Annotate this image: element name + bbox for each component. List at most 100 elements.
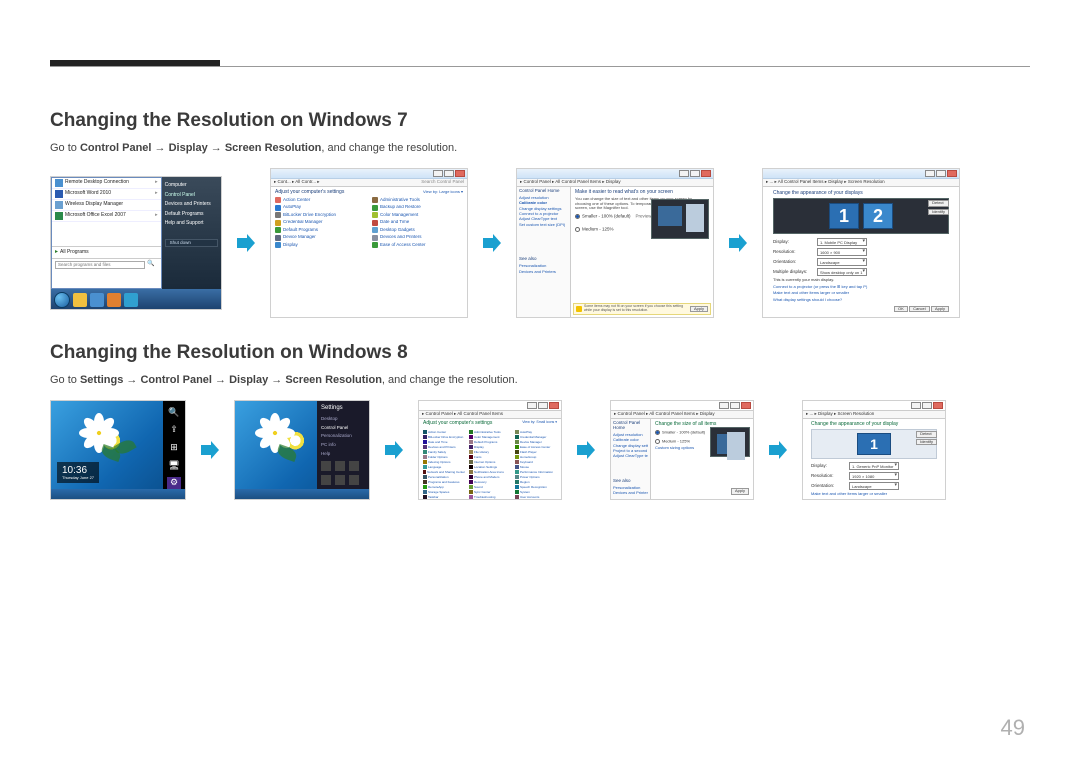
monitor-2-icon: 2 [863,203,893,229]
network-icon [321,461,331,471]
field-label: Multiple displays: [773,270,813,275]
taskbar-icon [107,293,121,307]
display-dropdown: 1. Mobile PC Display [817,238,867,246]
cp-item: HomeGroup [515,455,557,459]
screenshot-control-panel: ▸ Cont... ▸ All Contr... ▸ Search Contro… [270,168,468,318]
breadcrumb: ▸ Cont... ▸ All Contr... ▸ [274,179,320,184]
detect-button: Detect [928,200,949,206]
manual-page: Changing the Resolution on Windows 7 Go … [0,0,1080,763]
cp-item: Administrative Tools [372,197,463,203]
cp-item: Region [515,480,557,484]
shutdown-button: Shut down [165,239,218,248]
link: What display settings should I choose? [811,499,937,500]
cp-item: Taskbar [423,495,465,499]
link: What display settings should I choose? [773,298,949,302]
sidebar-item: Adjust resolution [613,433,648,437]
header-rule [50,66,1030,67]
win7-row: Remote Desktop Connection▸ Microsoft Wor… [50,168,1030,318]
screenshot-screen-resolution: ▸ ... ▸ All Control Panel Items ▸ Displa… [762,168,960,318]
search-icon: 🔍 [167,407,181,419]
multi-dropdown: Show desktop only on 1 [817,268,867,276]
preview-monitor-icon [710,427,750,457]
settings-title: Settings [321,405,365,412]
view-by: View by: Large icons ▾ [423,190,463,198]
cp-item: System [515,490,557,494]
cp-item: Device Manager [275,235,366,241]
instr-suffix: , and change the resolution. [382,374,518,386]
see-also-link: Personalization [519,264,568,268]
cp-item: Credential Manager [275,220,366,226]
apply-button: Apply [931,306,949,312]
apply-button: Apply [731,488,749,494]
cp-item: Sync Center [469,490,511,494]
link: Connect to a projector (or press the ⊞ k… [773,285,949,289]
date: Thursday June 27 [62,476,94,480]
cp-item: Action Center [275,197,366,203]
arrow-icon [234,231,258,255]
settings-item: Help [321,450,365,459]
breadcrumb: ▸ ... ▸ Display ▸ Screen Resolution [803,411,945,419]
cp-item: Personalization [423,475,465,479]
cp-item: BitLocker Drive Encryption [423,435,465,439]
search-input[interactable] [55,261,145,269]
current-display-text: This is currently your main display. [773,278,949,282]
cp-item: Display [275,242,366,248]
cp-item: Language [423,465,465,469]
field-label: Orientation: [773,260,813,265]
sidebar-item: Set custom text size (DPI) [519,223,568,227]
radio-label: Medium - 125% [662,439,690,444]
section-win8: Changing the Resolution on Windows 8 Go … [50,342,1030,500]
cp-item: Recovery [469,480,511,484]
arrow-icon [480,231,504,255]
page-number: 49 [1001,715,1025,741]
cp-item: Action Center [423,430,465,434]
preview-monitor-icon [651,199,709,239]
start-item: Microsoft Office Excel 2007 [65,213,126,219]
settings-item: PC info [321,441,365,450]
link: Make text and other items larger or smal… [811,492,937,496]
devices-icon: 🖥 [167,460,181,472]
breadcrumb: ▸ Control Panel ▸ All Control Panel Item… [611,411,753,419]
cp-item: Phone and Modem [469,475,511,479]
cp-item: Color Management [372,212,463,218]
cancel-button: Cancel [909,306,929,312]
settings-item: Control Panel [321,424,365,433]
see-also: See also [613,479,648,484]
start-orb-icon [54,292,70,308]
cp-item: Default Programs [275,227,366,233]
cp-item: Backup and Restore [372,205,463,211]
section-win7: Changing the Resolution on Windows 7 Go … [50,110,1030,318]
keyboard-icon [349,475,359,485]
cp-item: Device Manager [515,440,557,444]
charms-bar: 🔍 ⇪ ⊞ 🖥 ⚙ [163,401,185,489]
screenshot-display: ▸ Control Panel ▸ All Control Panel Item… [610,400,754,500]
cp-item: Troubleshooting [469,495,511,499]
sidebar-item: Adjust ClearType text [519,217,568,221]
taskbar-icon [73,293,87,307]
orientation-dropdown: Landscape [817,258,867,266]
screenshot-screen-resolution: ▸ ... ▸ Display ▸ Screen Resolution Chan… [802,400,946,500]
share-icon: ⇪ [167,425,181,437]
start-right-item: Control Panel [165,191,218,201]
monitor-1-icon: 1 [829,203,859,229]
cp-item: Credential Manager [515,435,557,439]
section-title: Changing the Resolution on Windows 7 [50,110,1030,132]
warning-icon [576,306,582,312]
start-item: Remote Desktop Connection [65,180,129,186]
resolution-dropdown: 1920 × 1080 [849,472,899,480]
cp-item: AutoPlay [515,430,557,434]
see-also-link: Devices and Printers [613,491,648,495]
cp-heading: Adjust your computer's settings [275,190,344,196]
instr-prefix: Go to [50,374,80,386]
cp-item: User Accounts [515,495,557,499]
taskbar-icon [90,293,104,307]
instr-prefix: Go to [50,142,80,154]
preview-label: Preview [636,213,652,218]
cp-item: Location Settings [469,465,511,469]
cp-item: Date and Time [372,220,463,226]
field-label: Display: [811,464,845,469]
arrow-icon [726,231,750,255]
sidebar-heading: Control Panel Home [613,421,648,431]
all-programs: All Programs [60,250,89,256]
screenshot-start-menu: Remote Desktop Connection▸ Microsoft Wor… [50,176,222,310]
